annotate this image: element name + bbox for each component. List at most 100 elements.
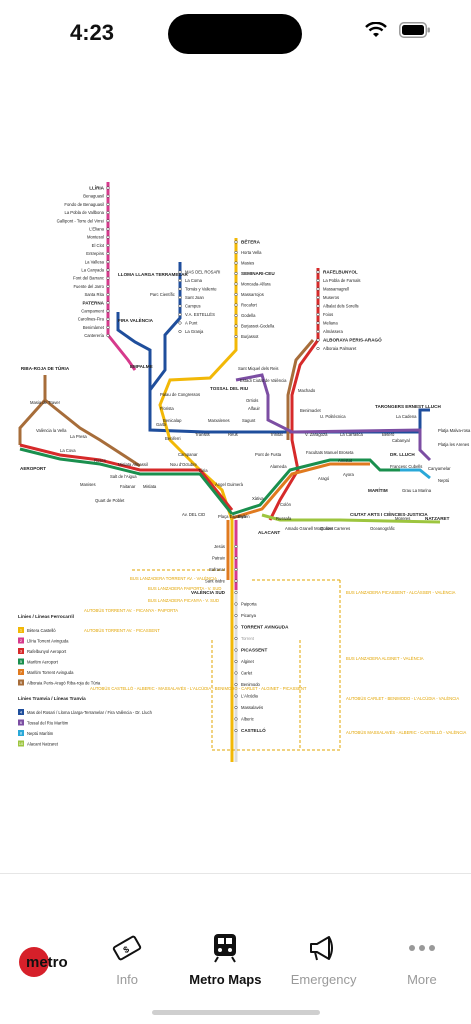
station-label[interactable]: La Pobla de Vallbona [64, 210, 104, 215]
station-label[interactable]: Benaguasil [83, 194, 104, 199]
station-label[interactable]: Fuente del Jarro [74, 284, 105, 289]
station-dot[interactable] [106, 301, 110, 305]
station-label[interactable]: Canyamelar [428, 466, 451, 471]
station-label[interactable]: Campament [81, 309, 105, 314]
station-label[interactable]: Marxalenes [208, 418, 230, 423]
station-label[interactable]: El Clot [92, 243, 105, 248]
station-label[interactable]: Alberic [241, 717, 254, 722]
station-label[interactable]: PICASSENT [241, 648, 267, 653]
station-label[interactable]: Massalavés [241, 705, 263, 710]
station-dot[interactable] [316, 312, 320, 317]
station-dot[interactable] [316, 329, 320, 334]
station-label[interactable]: Beniferri [165, 436, 181, 441]
station-label[interactable]: Burjassot-Godella [241, 324, 275, 329]
station-label[interactable]: Beteró [382, 432, 395, 437]
station-label[interactable]: CASTELLÓ [241, 726, 266, 733]
station-label[interactable]: Alginet [241, 659, 255, 664]
station-dot[interactable] [106, 260, 110, 264]
station-label[interactable]: Godella [241, 313, 256, 318]
station-label[interactable]: CIUTAT ARTS I CIÈNCIES-JUSTICIA [350, 510, 428, 517]
station-dot[interactable] [106, 235, 110, 239]
station-label[interactable]: Neptú [438, 478, 450, 483]
station-label[interactable]: València la Vella [36, 428, 67, 433]
station-label[interactable]: La Cadena [396, 414, 417, 419]
station-label[interactable]: Safranar [209, 567, 226, 572]
station-dot[interactable] [106, 317, 110, 321]
station-label[interactable]: Mislata Almassil [118, 462, 148, 467]
station-label[interactable]: Massarrojos [241, 292, 264, 297]
station-label[interactable]: Av. DEL CID [182, 512, 205, 517]
station-label[interactable]: La Presa [70, 434, 87, 439]
station-dot[interactable] [234, 705, 238, 710]
station-label[interactable]: Entrepins [86, 251, 104, 256]
station-label[interactable]: TARONGERS ERNEST LLUCH [375, 404, 441, 409]
station-dot[interactable] [234, 602, 238, 606]
station-label[interactable]: U. Politècnica [320, 414, 346, 419]
station-label[interactable]: La Pobla de Farnals [323, 278, 360, 283]
station-label[interactable]: Alfauir [248, 406, 260, 411]
station-dot[interactable] [234, 334, 238, 339]
station-label[interactable]: Salt de l'Aigua [110, 474, 137, 479]
station-dot[interactable] [178, 321, 182, 325]
station-label[interactable]: La Granja [185, 329, 204, 334]
station-label[interactable]: Carlet [241, 671, 253, 676]
station-label[interactable]: Sant Joan [185, 295, 205, 300]
station-dot[interactable] [316, 321, 320, 325]
station-label[interactable]: Torrent [241, 636, 255, 641]
station-label[interactable]: Mislata [143, 484, 157, 489]
station-label[interactable]: Foios [323, 312, 333, 317]
station-label[interactable]: Grau La Marina [402, 488, 432, 493]
station-label[interactable]: Trinitat [270, 432, 283, 437]
station-label[interactable]: L'Eliana [89, 227, 104, 232]
station-dot[interactable] [234, 250, 238, 255]
station-label[interactable]: Jesús [214, 544, 225, 549]
station-dot[interactable] [106, 202, 110, 206]
station-dot[interactable] [178, 295, 182, 300]
station-label[interactable]: Platja Malva-rosa [438, 428, 471, 433]
station-dot[interactable] [106, 243, 110, 247]
station-label[interactable]: Albalat dels Sorells [323, 304, 359, 309]
station-dot[interactable] [106, 334, 110, 338]
station-label[interactable]: MAS DEL ROSARI [185, 270, 220, 275]
station-label[interactable]: Museros [323, 295, 339, 300]
station-dot[interactable] [234, 324, 238, 328]
station-dot[interactable] [316, 287, 320, 291]
station-label[interactable]: Oceanogràfic [370, 526, 395, 531]
station-dot[interactable] [106, 268, 110, 272]
station-label[interactable]: AUTOBÚS MASSALAVÉS - ALBERIC - CASTELLÓ … [346, 730, 467, 735]
station-dot[interactable] [234, 292, 238, 297]
station-label[interactable]: MARÍTIM [368, 486, 388, 493]
station-dot[interactable] [316, 278, 320, 283]
station-dot[interactable] [234, 659, 238, 664]
station-dot[interactable] [178, 287, 182, 291]
station-dot[interactable] [106, 293, 110, 297]
station-label[interactable]: BUS LANZADERA PAIPORTA - V. SUD [148, 586, 221, 591]
station-label[interactable]: Carolines-Fira [78, 317, 105, 322]
station-dot[interactable] [234, 261, 238, 265]
station-label[interactable]: Reus [228, 432, 238, 437]
station-dot[interactable] [234, 648, 238, 652]
station-label[interactable]: Sant Miquel dels Reis [238, 366, 279, 371]
station-label[interactable]: Benimàmet [83, 325, 105, 330]
station-label[interactable]: Massamagrell [323, 287, 349, 292]
station-dot[interactable] [234, 694, 238, 698]
station-dot[interactable] [316, 270, 320, 274]
station-label[interactable]: BUS LANZADERA PICASSENT - ALCÀSSER - VAL… [346, 590, 456, 595]
station-label[interactable]: A Punt [185, 321, 198, 326]
station-dot[interactable] [106, 227, 110, 231]
metro-map[interactable]: LLÍRIA Benaguasil Fondo de Benaguasil La Po… [0, 170, 471, 770]
station-label[interactable]: BUS LANZADERA PICANYA - V. SUD [148, 598, 219, 603]
station-dot[interactable] [106, 211, 110, 215]
station-label[interactable]: DR. LLUCH [390, 452, 415, 457]
station-label[interactable]: AUTOBÚS CARLET - BENIMODO - L'ALCÚDIA - … [346, 696, 459, 701]
station-dot[interactable] [178, 278, 182, 283]
station-dot[interactable] [234, 544, 238, 549]
station-label[interactable]: La Vallesa [85, 259, 105, 264]
station-label[interactable]: BUS LANZADERA TORRENT AV. - VALÈNCIA [130, 576, 217, 581]
station-label[interactable]: ALBORAYA PERIS-ARAGÓ [323, 336, 382, 343]
station-dot[interactable] [316, 304, 320, 308]
station-label[interactable]: V. Zaragozà [305, 432, 328, 437]
station-label[interactable]: Masies [241, 261, 254, 266]
station-dot[interactable] [234, 717, 238, 721]
station-label[interactable]: Moreres [395, 516, 410, 521]
